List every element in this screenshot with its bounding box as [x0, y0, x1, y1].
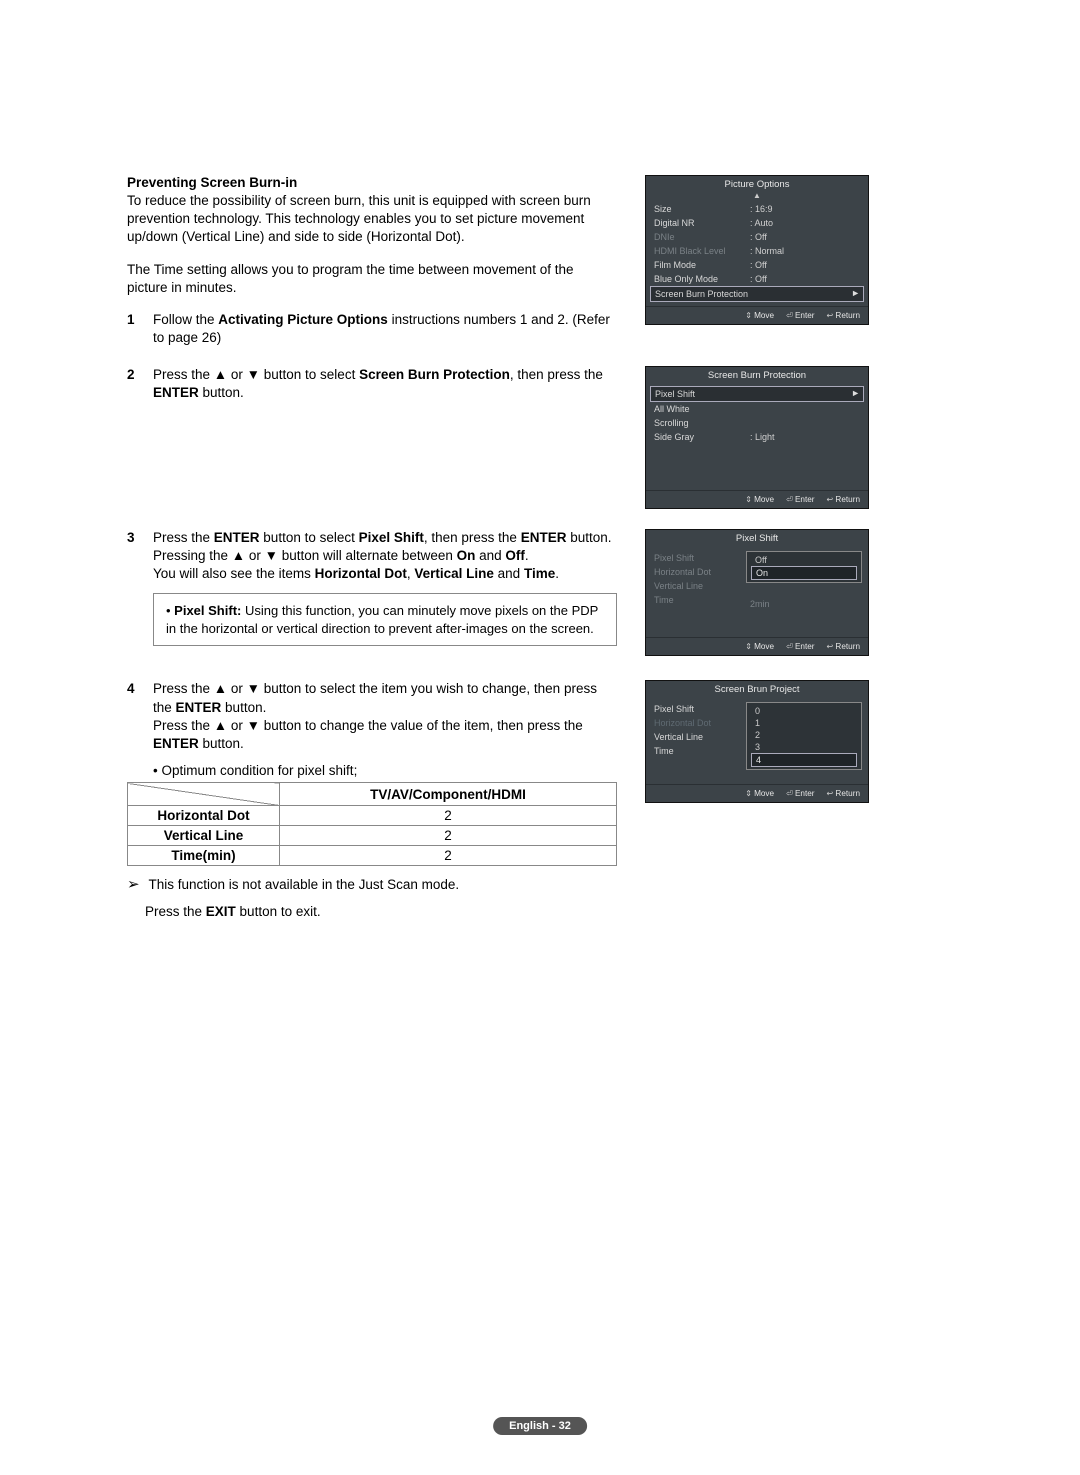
intro-paragraph-2: The Time setting allows you to program t… [127, 261, 617, 297]
osd-row-side-gray: Side Gray: Light [646, 430, 868, 444]
note-just-scan: ➢ This function is not available in the … [127, 874, 617, 895]
return-icon: Return [827, 641, 860, 651]
step-text: Follow the [153, 312, 218, 327]
move-icon: Move [745, 788, 774, 798]
return-icon: Return [827, 788, 860, 798]
osd-row-digital-nr: Digital NR: Auto [646, 216, 868, 230]
step-text: button. [199, 385, 244, 400]
step-bold: Screen Burn Protection [359, 367, 510, 382]
osd-row-dnie: DNIe: Off [646, 230, 868, 244]
step-number: 3 [127, 529, 139, 584]
osd-left-vertical-line: Vertical Line [654, 579, 742, 593]
enter-icon: Enter [786, 641, 814, 651]
osd-row-size: Size: 16:9 [646, 202, 868, 216]
pointer-icon: ➢ [127, 874, 145, 895]
osd-opt-4[interactable]: 4 [751, 753, 857, 767]
osd-title: Screen Brun Project [646, 681, 868, 698]
osd-footer: Move Enter Return [646, 784, 868, 802]
osd-screen-brun-project: Screen Brun Project Pixel Shift Horizont… [645, 680, 869, 803]
osd-opt-3[interactable]: 3 [751, 741, 857, 753]
osd-left-horizontal-dot: Horizontal Dot [654, 716, 742, 730]
note-pixel-shift: • Pixel Shift: Using this function, you … [153, 593, 617, 646]
osd-footer: Move Enter Return [646, 637, 868, 655]
optimum-condition-table: TV/AV/Component/HDMI Horizontal Dot 2 Ve… [127, 782, 617, 866]
step-bold: ENTER [153, 385, 199, 400]
table-col-header: TV/AV/Component/HDMI [280, 783, 617, 806]
osd-left-pixel-shift: Pixel Shift [654, 551, 742, 565]
return-icon: Return [827, 494, 860, 504]
osd-pixel-shift: Pixel Shift Pixel Shift Horizontal Dot V… [645, 529, 869, 656]
osd-left-pixel-shift: Pixel Shift [654, 702, 742, 716]
osd-footer: Move Enter Return [646, 490, 868, 508]
step-3: 3 Press the ENTER button to select Pixel… [127, 529, 617, 584]
table-row: Vertical Line 2 [128, 826, 617, 846]
page-footer: English - 32 [493, 1417, 587, 1435]
step-text: , then press the [510, 367, 603, 382]
chevron-right-icon: ► [851, 288, 860, 298]
step-text: Press the ▲ or ▼ button to select [153, 367, 359, 382]
step-number: 4 [127, 680, 139, 753]
scroll-up-icon: ▲ [646, 193, 868, 200]
osd-screen-burn-protection: Screen Burn Protection Pixel Shift► All … [645, 366, 869, 509]
table-row: Time(min) 2 [128, 846, 617, 866]
osd-opt-0[interactable]: 0 [751, 705, 857, 717]
step-bold: Activating Picture Options [218, 312, 388, 327]
osd-row-screen-burn[interactable]: Screen Burn Protection► [650, 286, 864, 302]
enter-icon: Enter [786, 494, 814, 504]
osd-row-blue-only: Blue Only Mode: Off [646, 272, 868, 286]
osd-title: Pixel Shift [646, 530, 868, 547]
return-icon: Return [827, 310, 860, 320]
manual-page: Preventing Screen Burn-in To reduce the … [0, 0, 1080, 1475]
enter-icon: Enter [786, 788, 814, 798]
intro-paragraph-1: To reduce the possibility of screen burn… [127, 192, 617, 247]
step-2: 2 Press the ▲ or ▼ button to select Scre… [127, 366, 617, 402]
osd-left-horizontal-dot: Horizontal Dot [654, 565, 742, 579]
osd-left-time: Time [654, 744, 742, 758]
enter-icon: Enter [786, 310, 814, 320]
bullet-optimum: • Optimum condition for pixel shift; [153, 763, 617, 778]
step-number: 2 [127, 366, 139, 402]
osd-option-box: Off On [746, 551, 862, 583]
exit-instruction: Press the EXIT button to exit. [145, 903, 617, 922]
step-4: 4 Press the ▲ or ▼ button to select the … [127, 680, 617, 753]
osd-title: Screen Burn Protection [646, 367, 868, 384]
step-number: 1 [127, 311, 139, 347]
section-title: Preventing Screen Burn-in [127, 175, 617, 190]
move-icon: Move [745, 310, 774, 320]
step-1: 1 Follow the Activating Picture Options … [127, 311, 617, 347]
move-icon: Move [745, 641, 774, 651]
osd-row-all-white: All White [646, 402, 868, 416]
table-corner [128, 783, 280, 806]
osd-left-time: Time [654, 593, 742, 607]
osd-opt-off[interactable]: Off [751, 554, 857, 566]
osd-time-value: 2min [746, 597, 862, 611]
chevron-right-icon: ► [851, 388, 860, 398]
move-icon: Move [745, 494, 774, 504]
osd-opt-on[interactable]: On [751, 566, 857, 580]
osd-footer: Move Enter Return [646, 306, 868, 324]
osd-option-box: 0 1 2 3 4 [746, 702, 862, 770]
osd-row-pixel-shift[interactable]: Pixel Shift► [650, 386, 864, 402]
osd-opt-2[interactable]: 2 [751, 729, 857, 741]
osd-row-hdmi-black: HDMI Black Level: Normal [646, 244, 868, 258]
table-row: Horizontal Dot 2 [128, 806, 617, 826]
osd-left-vertical-line: Vertical Line [654, 730, 742, 744]
osd-opt-1[interactable]: 1 [751, 717, 857, 729]
osd-row-scrolling: Scrolling [646, 416, 868, 430]
osd-row-film-mode: Film Mode: Off [646, 258, 868, 272]
osd-picture-options: Picture Options ▲ Size: 16:9 Digital NR:… [645, 175, 869, 325]
